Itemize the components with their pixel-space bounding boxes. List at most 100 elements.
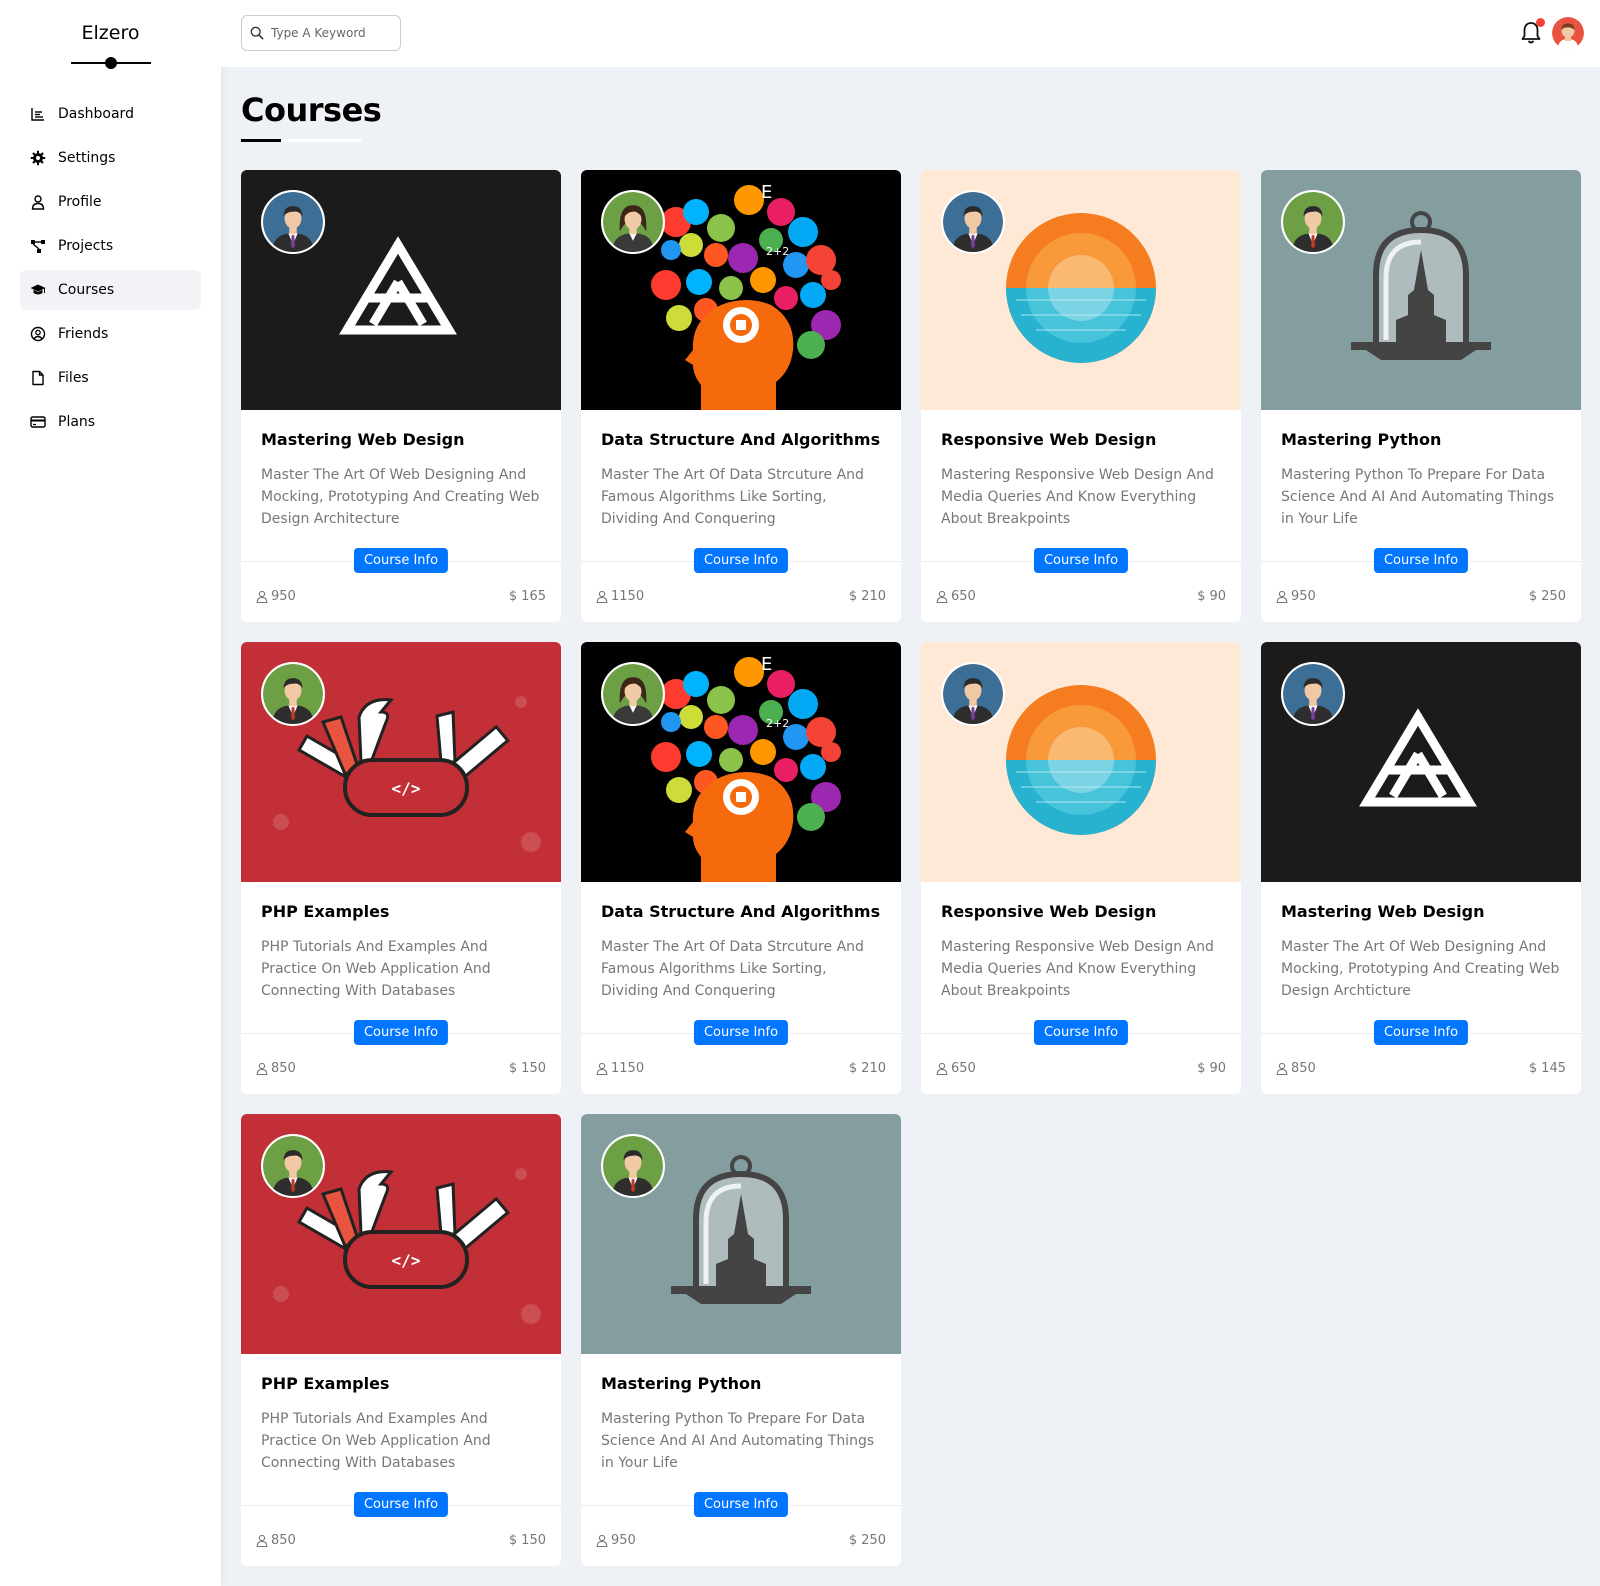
course-info-button[interactable]: Course Info [693,548,789,573]
user-icon [256,1062,268,1075]
author-avatar [1281,190,1345,254]
author-avatar [261,1134,325,1198]
course-info: Mastering Web Design Master The Art Of We… [1261,882,1581,1045]
sidebar-nav: Dashboard Settings Profile Projects Courses F… [0,94,221,442]
course-title: Data Structure And Algorithms [601,902,881,921]
course-price: $210 [849,589,886,604]
course-info: Responsive Web Design Mastering Responsiv… [921,882,1241,1045]
courses-grid: Mastering Web Design Master The Art Of We… [241,170,1581,1566]
sidebar-item-friends[interactable]: Friends [20,314,201,354]
students-value: 650 [951,1060,976,1076]
search-box[interactable] [241,15,401,51]
course-title: Mastering Web Design [1281,902,1485,921]
course-info-button[interactable]: Course Info [693,1020,789,1045]
svg-text:E: E [761,182,772,203]
avatar[interactable] [1552,17,1584,49]
user-icon [596,1534,608,1547]
course-title: Data Structure And Algorithms [601,430,881,449]
brand-divider [70,57,151,69]
students-count: 650 [936,1061,976,1076]
dollar-icon: $ [1197,588,1206,604]
course-info-button[interactable]: Course Info [1033,1020,1129,1045]
course-price: $165 [509,589,546,604]
course-info-button[interactable]: Course Info [1373,548,1469,573]
course-info: PHP Examples PHP Tutorials And Examples A… [241,1354,561,1517]
sidebar-item-courses[interactable]: Courses [20,270,201,310]
course-description: Master The Art Of Web Designing And Mock… [1281,939,1560,999]
course-cover-image: </> [241,642,561,882]
course-title: PHP Examples [261,1374,390,1393]
sidebar-item-label: Files [58,370,89,386]
course-info-button[interactable]: Course Info [693,1492,789,1517]
page-title: Courses [241,91,382,129]
dollar-icon: $ [508,588,518,604]
course-cover-image: </> [241,1114,561,1354]
course-price: $250 [849,1533,886,1548]
author-avatar [941,662,1005,726]
course-info-button[interactable]: Course Info [353,548,449,573]
course-info: PHP Examples PHP Tutorials And Examples A… [241,882,561,1045]
user-icon [1276,1062,1288,1075]
file-icon [30,370,46,386]
course-title: Mastering Web Design [261,430,465,449]
course-info-button[interactable]: Course Info [1373,1020,1469,1045]
main-content: Courses Mastering Web Design Master The A… [241,67,1581,1566]
course-price: $145 [1529,1061,1566,1076]
course-card: E 2+2 Data Structure And Algorithms Master … [581,170,901,622]
course-card: Mastering Python Mastering Python To Prep… [1261,170,1581,622]
price-value: 145 [1541,1060,1566,1076]
bell-icon[interactable] [1520,18,1545,45]
price-value: 210 [861,588,886,604]
students-count: 850 [256,1061,296,1076]
sidebar-item-settings[interactable]: Settings [20,138,201,178]
course-title: Mastering Python [601,1374,762,1393]
dollar-icon: $ [1528,588,1538,604]
course-card: Mastering Web Design Master The Art Of We… [241,170,561,622]
price-value: 165 [521,588,546,604]
user-icon [936,590,948,603]
course-card: Mastering Python Mastering Python To Prep… [581,1114,901,1566]
price-value: 250 [861,1532,886,1548]
students-count: 1150 [596,1061,644,1076]
students-value: 1150 [611,588,645,604]
course-cover-image [921,642,1241,882]
author-avatar [601,190,665,254]
course-description: Master The Art Of Data Strcuture And Fam… [601,467,864,527]
price-value: 90 [1209,588,1226,604]
price-value: 150 [521,1060,546,1076]
sidebar-item-plans[interactable]: Plans [20,402,201,442]
course-info-button[interactable]: Course Info [1033,548,1129,573]
sidebar-item-label: Profile [58,194,102,210]
course-cover-image: E 2+2 [581,642,901,882]
graduation-cap-icon [30,282,46,298]
sidebar-item-profile[interactable]: Profile [20,182,201,222]
chart-icon [30,106,46,122]
user-icon [256,1534,268,1547]
students-value: 1150 [611,1060,645,1076]
course-info: Mastering Web Design Master The Art Of We… [241,410,561,573]
students-value: 850 [271,1532,296,1548]
sidebar-item-dashboard[interactable]: Dashboard [20,94,201,134]
credit-card-icon [30,414,46,430]
sidebar-item-files[interactable]: Files [20,358,201,398]
students-count: 850 [256,1533,296,1548]
course-card: Mastering Web Design Master The Art Of We… [1261,642,1581,1094]
course-info-button[interactable]: Course Info [353,1020,449,1045]
author-avatar [1281,662,1345,726]
user-icon [936,1062,948,1075]
sidebar-item-projects[interactable]: Projects [20,226,201,266]
author-avatar [601,1134,665,1198]
user-icon [1276,590,1288,603]
course-info-button[interactable]: Course Info [353,1492,449,1517]
price-value: 210 [861,1060,886,1076]
students-count: 950 [596,1533,636,1548]
search-input[interactable] [271,26,381,40]
students-value: 650 [951,588,976,604]
sidebar-item-label: Dashboard [58,106,134,122]
students-count: 650 [936,589,976,604]
price-value: 250 [1541,588,1566,604]
dollar-icon: $ [1197,1060,1206,1076]
students-value: 950 [271,588,296,604]
course-cover-image [241,170,561,410]
user-circle-icon [30,326,46,342]
